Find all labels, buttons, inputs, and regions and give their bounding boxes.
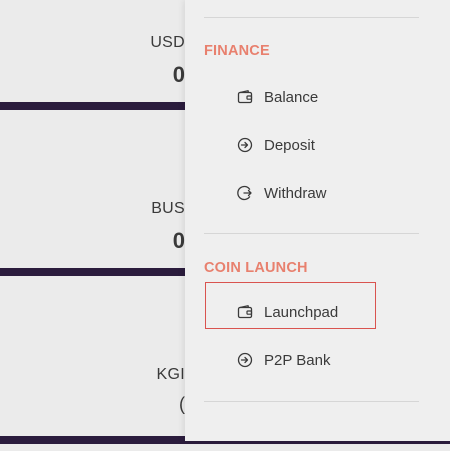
menu-item-label: Deposit (264, 136, 315, 154)
section-title-finance: FINANCE (204, 43, 270, 59)
balance-card-kgi: KGI ( (0, 276, 185, 436)
menu-divider (204, 401, 419, 402)
wallet-icon (237, 89, 253, 105)
currency-code: USD (150, 34, 185, 51)
arrow-in-circle-icon (237, 352, 253, 368)
balance-card-usd: USD 0 (0, 0, 185, 100)
currency-code: KGI (156, 366, 185, 383)
menu-item-label: P2P Bank (264, 351, 331, 369)
balance-card-bus: BUS 0 (0, 110, 185, 268)
arrow-in-circle-icon (237, 137, 253, 153)
section-title-coin-launch: COIN LAUNCH (204, 260, 308, 276)
menu-divider (204, 17, 419, 18)
currency-code: BUS (151, 200, 185, 217)
menu-item-deposit[interactable]: Deposit (237, 133, 315, 157)
menu-item-label: Withdraw (264, 184, 327, 202)
currency-value: 0 (172, 62, 185, 87)
menu-item-balance[interactable]: Balance (237, 85, 318, 109)
user-dropdown-menu: FINANCE Balance Deposit Withdraw COIN LA… (185, 0, 450, 441)
menu-item-label: Balance (264, 88, 319, 106)
launchpad-highlight-box (205, 282, 376, 329)
menu-divider (204, 233, 419, 234)
arrow-out-circle-icon (237, 185, 253, 201)
currency-value: 0 (172, 228, 185, 253)
menu-item-withdraw[interactable]: Withdraw (237, 181, 327, 205)
menu-item-p2p-bank[interactable]: P2P Bank (237, 348, 330, 372)
